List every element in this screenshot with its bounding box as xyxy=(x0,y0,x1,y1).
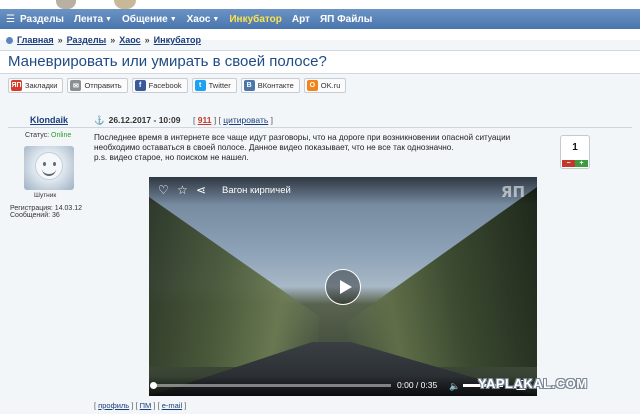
share-button[interactable]: ЯП Закладки xyxy=(8,78,64,93)
share-icon: В xyxy=(243,80,255,91)
post-date-text: 26.12.2017 - 10:09 xyxy=(108,115,181,125)
share-button-label: Twitter xyxy=(208,81,231,90)
user-link[interactable]: e-mail xyxy=(162,401,182,410)
share-button[interactable]: t Twitter xyxy=(191,78,237,93)
share-button[interactable]: В ВКонтакте xyxy=(240,78,300,93)
cite-link[interactable]: цитировать xyxy=(223,115,268,125)
share-button-label: Facebook xyxy=(148,81,182,90)
header-decoration xyxy=(114,0,136,9)
share-icon: О xyxy=(306,80,318,91)
nav-item[interactable]: Хаос ▼ xyxy=(187,14,220,25)
nav-item-label: Лента xyxy=(73,13,104,25)
post-text-line: Последнее время в интернете все чаще иду… xyxy=(94,133,511,142)
nav-item[interactable]: Разделы xyxy=(20,14,64,25)
nav-item-label: Инкубатор xyxy=(229,13,282,25)
video-progress-bar[interactable] xyxy=(150,382,391,389)
chevron-down-icon: ▼ xyxy=(169,15,177,23)
breadcrumb-link[interactable]: Главная xyxy=(17,35,54,45)
play-button[interactable] xyxy=(325,269,361,305)
share-button-label: Отправить xyxy=(84,81,122,90)
star-icon[interactable]: ☆ xyxy=(177,183,188,197)
video-title: Вагон кирпичей xyxy=(222,185,291,196)
post-text-line: p.s. видео старое, но поиском не нашел. xyxy=(94,153,249,162)
home-bullet-icon xyxy=(6,36,13,44)
user-messages: Сообщений: 36 xyxy=(10,212,60,219)
share-icon: f xyxy=(134,80,146,91)
volume-icon[interactable]: 🔈 xyxy=(449,381,460,392)
status-label: Статус: xyxy=(25,132,50,139)
user-registration: Регистрация: 14.03.12 xyxy=(10,205,83,212)
menu-icon[interactable]: ☰ xyxy=(6,14,15,25)
nav-item-label: ЯП Файлы xyxy=(319,13,373,25)
share-button-label: ВКонтакте xyxy=(257,81,294,90)
nav-item[interactable]: Общение ▼ xyxy=(122,14,177,25)
share-button-label: Закладки xyxy=(25,81,58,90)
share-icon: ЯП xyxy=(11,80,22,91)
breadcrumb: Главная» Разделы» Хаос» Инкубатор xyxy=(6,35,201,45)
site-watermark: YAPLAKAL.COM xyxy=(478,376,588,391)
share-button[interactable]: О OK.ru xyxy=(303,78,347,93)
breadcrumb-link[interactable]: Разделы xyxy=(67,35,107,45)
author-link[interactable]: Klondaik xyxy=(30,115,68,125)
breadcrumb-separator: » xyxy=(110,35,116,45)
avatar[interactable] xyxy=(24,146,74,190)
nav-item[interactable]: Инкубатор xyxy=(229,14,282,25)
user-link[interactable]: ПМ xyxy=(140,401,152,410)
user-link[interactable]: профиль xyxy=(98,401,129,410)
nav-item-label: Хаос xyxy=(186,13,211,25)
chevron-down-icon: ▼ xyxy=(105,15,112,23)
chevron-down-icon: ▼ xyxy=(212,15,220,23)
post-links: [ 911 ] [ цитировать ] xyxy=(193,115,273,125)
video-time: 0:00 / 0:35 xyxy=(397,380,438,390)
yap-logo-icon: ЯП xyxy=(500,183,525,201)
share-icon[interactable]: ⋖ xyxy=(196,183,206,197)
rate-down-button[interactable]: − xyxy=(562,160,575,167)
share-icon: ✉ xyxy=(70,80,82,91)
breadcrumb-link[interactable]: Инкубатор xyxy=(154,35,201,45)
status-value: Online xyxy=(51,132,72,139)
rate-up-button[interactable]: + xyxy=(575,160,588,167)
rating-value: 1 xyxy=(572,142,578,153)
post-header: Klondaik ⚓ 26.12.2017 - 10:09 [ 911 ] [ ц… xyxy=(8,114,632,128)
nav-item-label: Разделы xyxy=(19,13,64,25)
share-button-label: OK.ru xyxy=(320,81,341,90)
breadcrumb-separator: » xyxy=(57,35,63,45)
rating-widget: 1 − + xyxy=(560,135,590,169)
smiley-avatar-icon xyxy=(35,152,63,180)
post-anchor-icon[interactable]: ⚓ xyxy=(94,115,105,125)
top-nav: ☰ Разделы Лента ▼ Общение ▼ Хаос ▼ Инкубатор Арт… xyxy=(0,0,640,40)
breadcrumb-link[interactable]: Хаос xyxy=(119,35,140,45)
post-text: Последнее время в интернете все чаще иду… xyxy=(94,133,554,163)
heart-icon[interactable]: ♡ xyxy=(158,183,169,197)
nav-item[interactable]: ЯП Файлы xyxy=(320,14,372,25)
nav-item[interactable]: Арт xyxy=(292,14,310,25)
user-rank: Шутник xyxy=(34,192,57,199)
user-links: [ профиль ] [ ПМ ] [ e-mail ] xyxy=(94,401,187,410)
video-player[interactable]: ♡ ☆ ⋖ Вагон кирпичей ЯП 0:00 / 0:35 🔈 xyxy=(149,177,537,396)
user-status: Статус: Online xyxy=(25,132,71,139)
post-date: ⚓ 26.12.2017 - 10:09 xyxy=(94,115,180,126)
share-button[interactable]: f Facebook xyxy=(131,78,188,93)
header-decoration xyxy=(56,0,76,9)
post-number-link[interactable]: 911 xyxy=(198,115,212,125)
breadcrumb-separator: » xyxy=(144,35,150,45)
page-title: Маневрировать или умирать в своей полосе… xyxy=(8,53,327,70)
post-text-line: необходимо оставаться в своей полосе. Да… xyxy=(94,143,454,152)
nav-item-label: Арт xyxy=(291,13,310,25)
share-button[interactable]: ✉ Отправить xyxy=(67,78,128,93)
share-icon: t xyxy=(194,80,206,91)
nav-item-label: Общение xyxy=(121,13,168,25)
share-bar: ЯП Закладки ✉ Отправить f Facebook t Twitter В ВК… xyxy=(8,78,350,93)
nav-item[interactable]: Лента ▼ xyxy=(74,14,112,25)
video-top-bar: ♡ ☆ ⋖ Вагон кирпичей ЯП xyxy=(149,177,537,205)
nav-bar: ☰ Разделы Лента ▼ Общение ▼ Хаос ▼ Инкубатор Арт… xyxy=(0,9,640,29)
